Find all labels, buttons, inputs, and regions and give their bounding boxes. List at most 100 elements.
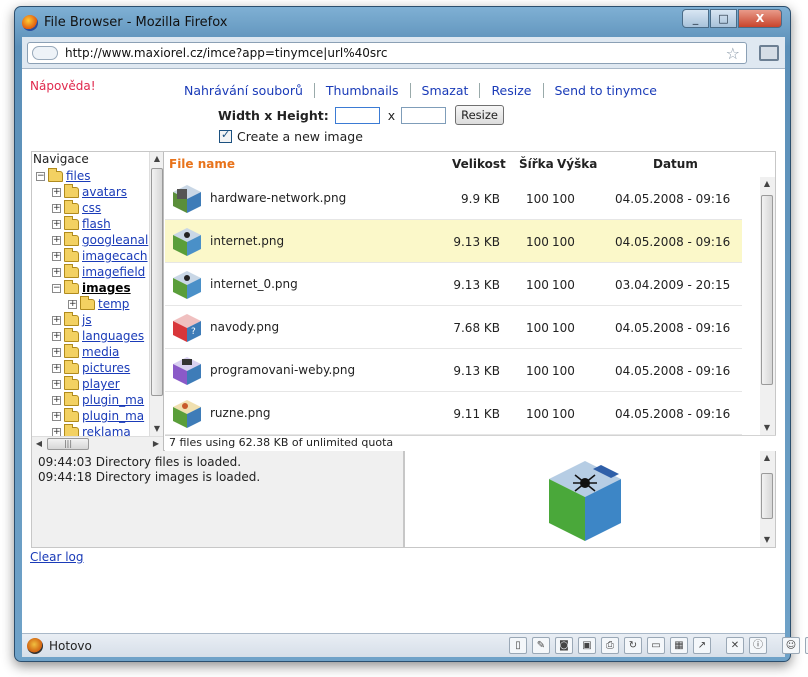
tools-icon[interactable]: ✕ xyxy=(726,637,744,654)
tree-node-label[interactable]: imagecach xyxy=(82,249,148,263)
tree-node-label[interactable]: googleanal xyxy=(82,233,148,247)
file-row[interactable]: programovani-weby.png 9.13 KB 100 100 04… xyxy=(165,349,742,392)
op-delete[interactable]: Smazat xyxy=(411,83,481,98)
expand-icon[interactable]: + xyxy=(52,331,61,341)
scrollbar-thumb[interactable] xyxy=(761,473,773,519)
tree-node[interactable]: + avatars xyxy=(52,183,127,200)
tree-node[interactable]: + flash xyxy=(52,215,111,232)
tree-node-label[interactable]: js xyxy=(82,313,92,327)
help-link[interactable]: Nápověda! xyxy=(30,79,96,93)
file-row[interactable]: hardware-network.png 9.9 KB 100 100 04.0… xyxy=(165,177,742,220)
scroll-up-arrow-icon[interactable]: ▲ xyxy=(150,152,163,166)
tree-node-label[interactable]: player xyxy=(82,377,120,391)
tree-node-label[interactable]: reklama xyxy=(82,425,131,436)
window-icon[interactable]: ▭ xyxy=(647,637,665,654)
tree-node[interactable]: + temp xyxy=(68,295,129,312)
col-header-height[interactable]: Výška xyxy=(557,157,597,171)
site-identity-icon[interactable] xyxy=(32,46,58,60)
tree-node[interactable]: + languages xyxy=(52,327,144,344)
tree-node[interactable]: + plugin_ma xyxy=(52,391,144,408)
tree-node[interactable]: + js xyxy=(52,311,92,328)
save-icon[interactable]: ▣ xyxy=(578,637,596,654)
scroll-up-arrow-icon[interactable]: ▲ xyxy=(760,177,774,191)
expand-icon[interactable]: + xyxy=(52,267,61,277)
scroll-up-arrow-icon[interactable]: ▲ xyxy=(760,451,774,465)
op-upload[interactable]: Nahrávání souborů xyxy=(182,83,315,98)
col-header-width[interactable]: Šířka xyxy=(519,157,554,171)
tree-node[interactable]: + imagefield xyxy=(52,263,145,280)
create-new-image-checkbox[interactable] xyxy=(219,128,232,143)
tree-node[interactable]: + css xyxy=(52,199,101,216)
expand-icon[interactable]: + xyxy=(52,251,61,261)
tree-node-images[interactable]: − images xyxy=(52,279,131,296)
expand-icon[interactable]: + xyxy=(68,299,77,309)
op-resize[interactable]: Resize xyxy=(480,83,544,98)
image-icon[interactable]: ▦ xyxy=(670,637,688,654)
expand-icon[interactable]: + xyxy=(52,315,61,325)
expand-icon[interactable]: + xyxy=(52,379,61,389)
file-row[interactable]: internet_0.png 9.13 KB 100 100 03.04.200… xyxy=(165,263,742,306)
file-list-scrollbar[interactable]: ▲ ▼ xyxy=(760,177,775,435)
print-icon[interactable]: ⎙ xyxy=(601,637,619,654)
tree-node-label[interactable]: avatars xyxy=(82,185,127,199)
preview-scrollbar[interactable]: ▲ ▼ xyxy=(760,451,775,547)
close-button[interactable]: X xyxy=(738,9,782,28)
tree-node-label[interactable]: css xyxy=(82,201,101,215)
tree-node-label[interactable]: plugin_ma xyxy=(82,409,144,423)
tree-vertical-scrollbar[interactable]: ▲ ▼ xyxy=(149,152,163,436)
collapse-icon[interactable]: − xyxy=(36,171,45,181)
tree-node[interactable]: + plugin_ma xyxy=(52,407,144,424)
tree-node[interactable]: + googleanal xyxy=(52,231,148,248)
tree-node[interactable]: + player xyxy=(52,375,120,392)
info-icon[interactable]: ⓘ xyxy=(749,637,767,654)
scrollbar-thumb[interactable] xyxy=(761,195,773,385)
tree-node-label[interactable]: imagefield xyxy=(82,265,145,279)
tree-node-label[interactable]: plugin_ma xyxy=(82,393,144,407)
tree-node-files[interactable]: − files xyxy=(36,168,91,184)
pencil-icon[interactable]: ✎ xyxy=(532,637,550,654)
tree-node[interactable]: + media xyxy=(52,343,119,360)
refresh-icon[interactable]: ↻ xyxy=(624,637,642,654)
scroll-down-arrow-icon[interactable]: ▼ xyxy=(150,422,163,436)
scroll-down-arrow-icon[interactable]: ▼ xyxy=(760,421,774,435)
scrollbar-thumb[interactable]: ||| xyxy=(47,438,89,450)
collapse-icon[interactable]: − xyxy=(52,283,61,293)
scroll-down-arrow-icon[interactable]: ▼ xyxy=(760,533,774,547)
col-header-name[interactable]: File name xyxy=(169,157,235,171)
expand-icon[interactable]: + xyxy=(52,427,61,436)
tree-node-label[interactable]: images xyxy=(82,281,131,295)
tree-node-label[interactable]: pictures xyxy=(82,361,130,375)
clear-log-link[interactable]: Clear log xyxy=(30,550,84,564)
expand-icon[interactable]: + xyxy=(52,219,61,229)
url-text[interactable]: http://www.maxiorel.cz/imce?app=tinymce|… xyxy=(65,46,387,60)
tree-node[interactable]: + pictures xyxy=(52,359,130,376)
smiley-icon[interactable]: ☺ xyxy=(782,637,800,654)
tree-node[interactable]: + reklama xyxy=(52,423,131,436)
expand-icon[interactable]: + xyxy=(52,235,61,245)
scroll-right-arrow-icon[interactable]: ▶ xyxy=(149,437,163,451)
file-row-selected[interactable]: internet.png 9.13 KB 100 100 04.05.2008 … xyxy=(165,220,742,263)
file-row[interactable]: ? navody.png 7.68 KB 100 100 04.05.2008 … xyxy=(165,306,742,349)
url-bar[interactable]: http://www.maxiorel.cz/imce?app=tinymce|… xyxy=(27,42,747,64)
tree-node-label[interactable]: languages xyxy=(82,329,144,343)
scroll-left-arrow-icon[interactable]: ◀ xyxy=(32,437,46,451)
expand-icon[interactable]: + xyxy=(52,347,61,357)
op-thumbnails[interactable]: Thumbnails xyxy=(315,83,411,98)
resize-button[interactable]: Resize xyxy=(455,105,504,125)
file-row[interactable]: ruzne.png 9.11 KB 100 100 04.05.2008 - 0… xyxy=(165,392,742,435)
expand-icon[interactable]: + xyxy=(52,363,61,373)
tree-node-label[interactable]: media xyxy=(82,345,119,359)
tree-node-label[interactable]: temp xyxy=(98,297,129,311)
minimize-button[interactable]: _ xyxy=(682,9,709,28)
col-header-date[interactable]: Datum xyxy=(653,157,698,171)
scrollbar-thumb[interactable] xyxy=(151,168,163,396)
bookmark-star-icon[interactable]: ☆ xyxy=(726,44,740,63)
op-send-to-tinymce[interactable]: Send to tinymce xyxy=(544,83,668,98)
expand-icon[interactable]: + xyxy=(52,187,61,197)
page-icon[interactable]: ▯ xyxy=(509,637,527,654)
maximize-button[interactable]: □ xyxy=(710,9,737,28)
pages-icon[interactable] xyxy=(759,45,779,61)
expand-icon[interactable]: + xyxy=(52,395,61,405)
expand-icon[interactable]: + xyxy=(52,203,61,213)
height-input[interactable] xyxy=(401,106,447,124)
